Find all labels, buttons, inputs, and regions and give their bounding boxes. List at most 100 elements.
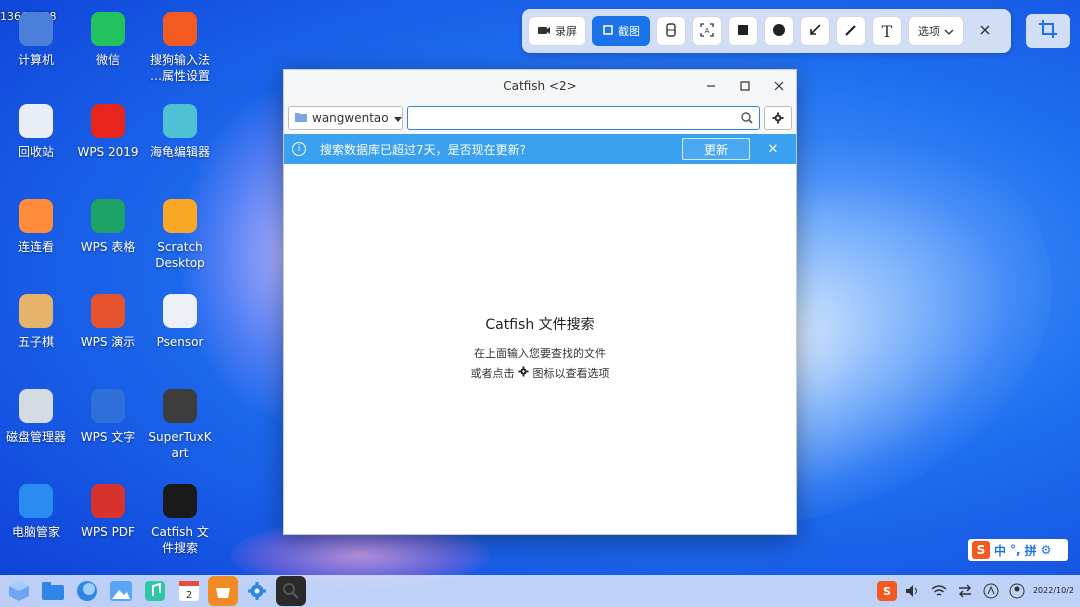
desktop-icon-wechat[interactable]: 微信 bbox=[72, 12, 144, 68]
pen-tool[interactable] bbox=[836, 16, 866, 46]
update-label: 更新 bbox=[703, 142, 728, 157]
pen-icon bbox=[844, 23, 858, 40]
capture-label: 截图 bbox=[618, 25, 640, 38]
gear-icon bbox=[518, 366, 529, 380]
screenshot-icon bbox=[602, 24, 614, 39]
update-button[interactable]: 更新 bbox=[682, 138, 750, 160]
info-message: 搜索数据库已超过7天，是否现在更新? bbox=[320, 142, 527, 157]
taskbar: 2 S 2022/10/2 bbox=[0, 575, 1080, 607]
volume-icon[interactable] bbox=[903, 581, 923, 601]
catfish-window: Catfish <2> wangwentao i 搜索数据库已超过7天，是否现在… bbox=[283, 69, 797, 535]
lianliankan-icon bbox=[19, 199, 53, 233]
desktop-icon-turtle[interactable]: 海龟编辑器 bbox=[144, 104, 216, 160]
psensor-icon bbox=[163, 294, 197, 328]
info-icon: i bbox=[292, 142, 306, 156]
options-dropdown[interactable]: 选项 bbox=[908, 16, 964, 46]
gear-icon bbox=[772, 109, 784, 128]
window-title: Catfish <2> bbox=[503, 79, 577, 93]
settings-button[interactable] bbox=[764, 106, 792, 130]
chevron-down-icon bbox=[944, 25, 954, 38]
clock-date: 2022/10/2 bbox=[1032, 586, 1074, 595]
start-menu-button[interactable] bbox=[4, 576, 34, 606]
camera-icon bbox=[537, 24, 551, 39]
capture-button[interactable]: 截图 bbox=[592, 16, 650, 46]
desktop-icon-sogou[interactable]: 搜狗输入法 …属性设置 bbox=[144, 12, 216, 84]
clock[interactable]: 2022/10/2 bbox=[1033, 586, 1074, 596]
ime-settings-icon[interactable]: ⚙ bbox=[1041, 543, 1052, 557]
minimize-button[interactable] bbox=[694, 70, 728, 102]
record-label: 录屏 bbox=[555, 25, 577, 38]
network-icon[interactable] bbox=[929, 581, 949, 601]
desktop-icon-lianliankan[interactable]: 连连看 bbox=[0, 199, 72, 255]
scroll-capture-button[interactable] bbox=[656, 16, 686, 46]
wechat-icon bbox=[91, 12, 125, 46]
desktop-icon-label: 磁盘管理器 bbox=[5, 430, 66, 444]
maximize-button[interactable] bbox=[728, 70, 762, 102]
desktop-icon-label: WPS 2019 bbox=[77, 145, 139, 159]
search-icon[interactable] bbox=[741, 109, 753, 128]
wps-writer-icon bbox=[91, 389, 125, 423]
desktop-icon-wps-pdf[interactable]: WPS PDF bbox=[72, 484, 144, 540]
computer-icon bbox=[19, 12, 53, 46]
search-input[interactable] bbox=[414, 108, 741, 128]
photo-viewer-taskbar-icon[interactable] bbox=[106, 576, 136, 606]
desktop-icon-label: 微信 bbox=[95, 53, 120, 67]
desktop-icon-label: 电脑管家 bbox=[11, 525, 60, 539]
ime-status-bar[interactable]: S 中 °, 拼 ⚙ bbox=[968, 539, 1068, 561]
crop-button[interactable] bbox=[1026, 14, 1070, 48]
scratch-icon bbox=[163, 199, 197, 233]
sogou-tray-icon[interactable]: S bbox=[876, 581, 897, 601]
arrow-tool[interactable] bbox=[800, 16, 830, 46]
search-toolbar: wangwentao bbox=[284, 102, 796, 134]
calendar-taskbar-icon[interactable]: 2 bbox=[174, 576, 204, 606]
disk-icon bbox=[19, 389, 53, 423]
update-infobar: i 搜索数据库已超过7天，是否现在更新? 更新 ✕ bbox=[284, 134, 796, 164]
settings-taskbar-icon[interactable] bbox=[242, 576, 272, 606]
ime-pinyin-mode[interactable]: 拼 bbox=[1025, 542, 1037, 559]
close-infobar-button[interactable]: ✕ bbox=[758, 142, 788, 157]
desktop-icon-gomoku[interactable]: 五子棋 bbox=[0, 294, 72, 350]
desktop-icon-trash[interactable]: 回收站 bbox=[0, 104, 72, 160]
desktop-icon-supertuxkart[interactable]: SuperTuxK art bbox=[144, 389, 216, 461]
music-taskbar-icon[interactable] bbox=[140, 576, 170, 606]
empty-hint-prefix: 或者点击 bbox=[470, 367, 515, 380]
desktop-icon-wps-slides[interactable]: WPS 演示 bbox=[72, 294, 144, 350]
wps-icon bbox=[91, 104, 125, 138]
desktop-icon-scratch[interactable]: Scratch Desktop bbox=[144, 199, 216, 271]
app-store-taskbar-icon[interactable] bbox=[208, 576, 238, 606]
desktop-icon-label: WPS 文字 bbox=[80, 430, 136, 444]
empty-hint-suffix: 图标以查看选项 bbox=[532, 367, 610, 380]
desktop-icon-wps-sheet[interactable]: WPS 表格 bbox=[72, 199, 144, 255]
ellipse-tool[interactable] bbox=[764, 16, 794, 46]
search-field[interactable] bbox=[407, 106, 760, 130]
desktop-icon-wps-writer[interactable]: WPS 文字 bbox=[72, 389, 144, 445]
rectangle-tool[interactable] bbox=[728, 16, 758, 46]
punctuation-icon[interactable]: °, bbox=[1010, 543, 1021, 557]
empty-hint-line2: 或者点击 图标以查看选项 bbox=[471, 364, 610, 384]
close-window-button[interactable] bbox=[762, 70, 796, 102]
user-icon[interactable] bbox=[1007, 581, 1027, 601]
catfish-taskbar-icon[interactable] bbox=[276, 576, 306, 606]
desktop-icon-psensor[interactable]: Psensor bbox=[144, 294, 216, 350]
folder-icon bbox=[295, 111, 307, 125]
wps-sheet-icon bbox=[91, 199, 125, 233]
desktop-icon-pc-manager[interactable]: 电脑管家 bbox=[0, 484, 72, 540]
desktop-icon-catfish[interactable]: Catfish 文 件搜索 bbox=[144, 484, 216, 556]
location-dropdown[interactable]: wangwentao bbox=[288, 106, 403, 130]
desktop-icon-wps[interactable]: WPS 2019 bbox=[72, 104, 144, 160]
ocr-button[interactable]: A bbox=[692, 16, 722, 46]
close-screenshot-button[interactable] bbox=[970, 16, 1000, 46]
desktop-icon-label: 海龟编辑器 bbox=[149, 145, 210, 159]
desktop-icon-label: Scratch Desktop bbox=[155, 240, 205, 270]
desktop-icon-computer[interactable]: 计算机 bbox=[0, 12, 72, 68]
transfer-icon[interactable] bbox=[955, 581, 975, 601]
browser-taskbar-icon[interactable] bbox=[72, 576, 102, 606]
text-tool[interactable]: T bbox=[872, 16, 902, 46]
notification-icon[interactable] bbox=[981, 581, 1001, 601]
ime-chinese-mode[interactable]: 中 bbox=[994, 542, 1006, 559]
desktop-icon-disk[interactable]: 磁盘管理器 bbox=[0, 389, 72, 445]
record-button[interactable]: 录屏 bbox=[528, 16, 586, 46]
trash-icon bbox=[19, 104, 53, 138]
window-titlebar[interactable]: Catfish <2> bbox=[284, 70, 796, 102]
file-manager-taskbar-icon[interactable] bbox=[38, 576, 68, 606]
